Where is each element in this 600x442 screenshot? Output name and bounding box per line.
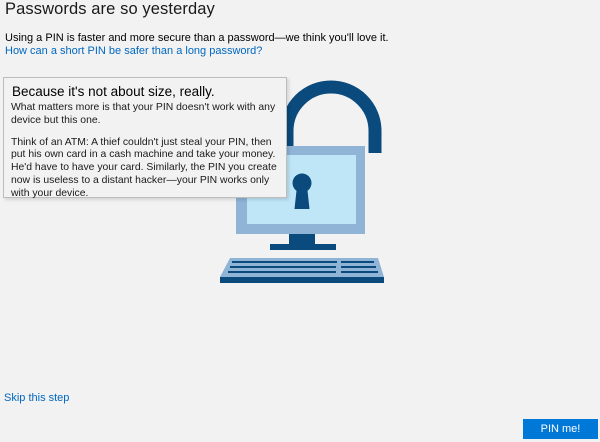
info-tooltip: Because it's not about size, really. Wha… — [3, 77, 287, 199]
keyhole-icon — [292, 173, 312, 209]
padlock-shackle — [280, 80, 382, 153]
tooltip-paragraph-2: Think of an ATM: A thief couldn't just s… — [11, 136, 277, 199]
skip-step-link[interactable]: Skip this step — [4, 392, 69, 404]
tooltip-paragraph-1: What matters more is that your PIN doesn… — [11, 102, 276, 126]
page-title: Passwords are so yesterday — [5, 0, 215, 18]
keyboard-graphic — [220, 258, 384, 283]
tooltip-heading: Because it's not about size, really. — [12, 84, 215, 99]
padlock-computer-illustration — [220, 80, 384, 283]
why-pin-safer-link[interactable]: How can a short PIN be safer than a long… — [5, 45, 262, 57]
monitor-stand — [289, 234, 315, 245]
pin-me-button[interactable]: PIN me! — [523, 419, 598, 439]
page-subtitle: Using a PIN is faster and more secure th… — [5, 32, 389, 44]
monitor-base — [270, 244, 336, 250]
